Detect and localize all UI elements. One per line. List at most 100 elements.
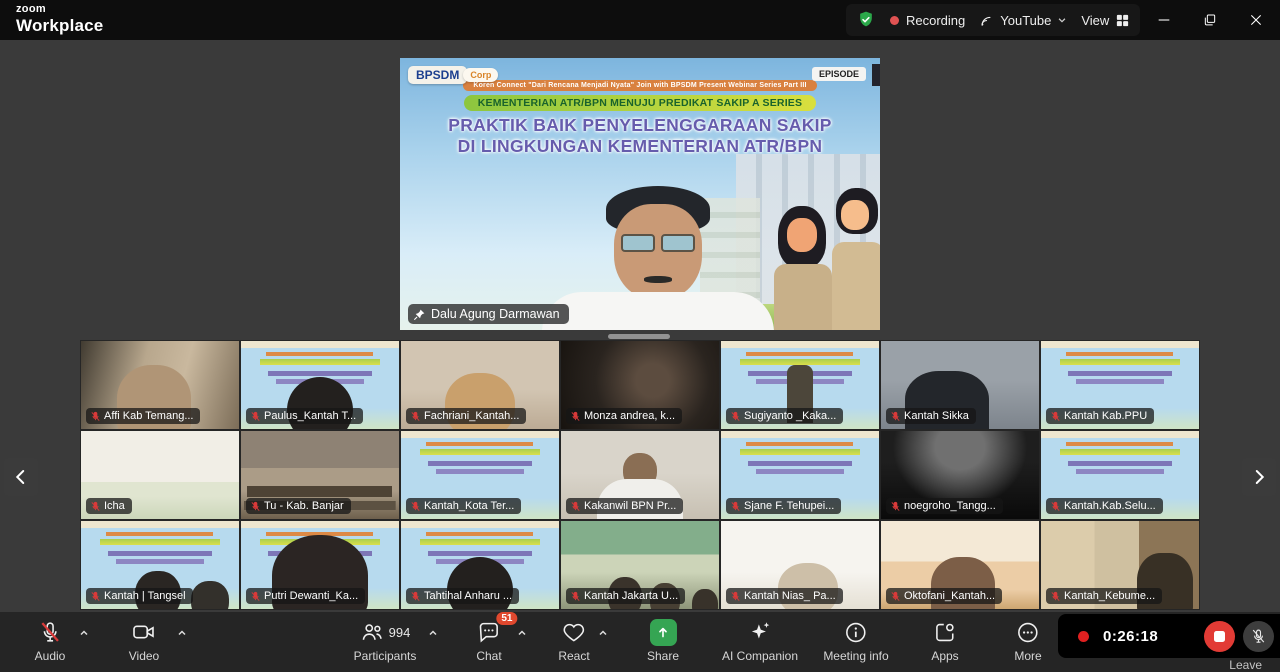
participant-name-tag: Kantah_Kota Ter... bbox=[406, 498, 521, 514]
participant-name: Affi Kab Temang... bbox=[104, 410, 193, 422]
chat-label: Chat bbox=[476, 649, 501, 663]
corp-logo: Corp bbox=[463, 68, 498, 82]
mic-muted-icon bbox=[250, 591, 261, 602]
ai-sparkle-icon bbox=[747, 619, 773, 645]
participant-tile[interactable]: Oktofani_Kantah... bbox=[880, 520, 1040, 610]
participant-name: Fachriani_Kantah... bbox=[424, 410, 519, 422]
participant-tile[interactable]: Fachriani_Kantah... bbox=[400, 340, 560, 430]
audio-options-chevron[interactable] bbox=[78, 626, 90, 644]
participant-name: Sugiyanto _Kaka... bbox=[744, 410, 836, 422]
gallery-prev-page-button[interactable] bbox=[4, 458, 38, 496]
episode-badge-edge bbox=[872, 64, 880, 86]
participant-name: Tahtihal Anharu ... bbox=[424, 590, 512, 602]
apps-label: Apps bbox=[931, 649, 958, 663]
participant-tile[interactable]: Kakanwil BPN Pr... bbox=[560, 430, 720, 520]
mic-muted-icon bbox=[1050, 591, 1061, 602]
participant-tile[interactable]: Paulus_Kantah T... bbox=[240, 340, 400, 430]
participant-name: Putri Dewanti_Ka... bbox=[264, 590, 358, 602]
participant-tile[interactable]: Sjane F. Tehupei... bbox=[720, 430, 880, 520]
mic-muted-icon bbox=[890, 591, 901, 602]
mic-muted-icon bbox=[890, 411, 901, 422]
restore-button[interactable] bbox=[1198, 8, 1222, 32]
participant-name: noegroho_Tangg... bbox=[904, 500, 996, 512]
participant-name-tag: Fachriani_Kantah... bbox=[406, 408, 526, 424]
participant-name: Icha bbox=[104, 500, 125, 512]
ai-companion-button[interactable]: AI Companion bbox=[722, 618, 798, 663]
slide-logos: BPSDM Corp bbox=[408, 66, 498, 84]
share-screen-icon bbox=[650, 619, 677, 646]
chat-button[interactable]: 51 Chat bbox=[476, 618, 501, 663]
participant-name: Oktofani_Kantah... bbox=[904, 590, 995, 602]
participant-name-tag: Sugiyanto _Kaka... bbox=[726, 408, 843, 424]
participant-tile[interactable]: Kantah_Kota Ter... bbox=[400, 430, 560, 520]
mic-muted-icon bbox=[90, 411, 101, 422]
participant-name-tag: Putri Dewanti_Ka... bbox=[246, 588, 365, 604]
gallery-scrollbar[interactable] bbox=[608, 334, 670, 339]
participant-tile[interactable]: Kantah Kab.PPU bbox=[1040, 340, 1200, 430]
participants-options-chevron[interactable] bbox=[427, 626, 439, 644]
window-titlebar: zoom Workplace Recording YouTube View bbox=[0, 0, 1280, 40]
participant-name: Monza andrea, k... bbox=[584, 410, 675, 422]
view-button[interactable]: View bbox=[1081, 13, 1130, 28]
meeting-info-button[interactable]: Meeting info bbox=[823, 618, 888, 663]
leave-label[interactable]: Leave bbox=[1229, 658, 1262, 672]
stop-recording-button[interactable] bbox=[1204, 621, 1235, 652]
logo-zoom-text: zoom bbox=[16, 4, 103, 15]
mic-muted-icon bbox=[570, 411, 581, 422]
mic-muted-icon bbox=[730, 501, 741, 512]
participant-tile[interactable]: Kantah | Tangsel bbox=[80, 520, 240, 610]
participants-button[interactable]: 994 Participants bbox=[354, 618, 417, 663]
participants-label: Participants bbox=[354, 649, 417, 663]
participant-tile[interactable]: Kantah Sikka bbox=[880, 340, 1040, 430]
cartoon-character-male bbox=[832, 188, 880, 330]
livestream-youtube-control[interactable]: YouTube bbox=[979, 13, 1067, 28]
audio-button[interactable]: Audio bbox=[35, 618, 66, 663]
share-button[interactable]: Share bbox=[647, 618, 679, 663]
mic-muted-icon bbox=[730, 591, 741, 602]
video-button[interactable]: Video bbox=[129, 618, 159, 663]
participant-name-tag: Kantah | Tangsel bbox=[86, 588, 193, 604]
mic-muted-icon bbox=[730, 411, 741, 422]
more-button[interactable]: More bbox=[1014, 618, 1041, 663]
heart-icon bbox=[561, 620, 586, 645]
view-label: View bbox=[1081, 13, 1109, 28]
chevron-down-icon bbox=[1057, 15, 1067, 25]
mic-muted-icon bbox=[1050, 501, 1061, 512]
participant-tile[interactable]: Putri Dewanti_Ka... bbox=[240, 520, 400, 610]
participant-name: Kantah_Kebume... bbox=[1064, 590, 1155, 602]
gallery-next-page-button[interactable] bbox=[1242, 458, 1276, 496]
mic-muted-icon bbox=[570, 591, 581, 602]
main-speaker-video[interactable]: Koren Connect "Dari Rencana Menjadi Nyat… bbox=[400, 58, 880, 330]
participant-tile[interactable]: Tu - Kab. Banjar bbox=[240, 430, 400, 520]
react-options-chevron[interactable] bbox=[597, 626, 609, 644]
slide-title-line2: DI LINGKUNGAN KEMENTERIAN ATR/BPN bbox=[458, 136, 823, 156]
participant-name-tag: Affi Kab Temang... bbox=[86, 408, 200, 424]
video-options-chevron[interactable] bbox=[176, 626, 188, 644]
mic-muted-icon bbox=[1250, 628, 1267, 645]
security-shield-icon[interactable] bbox=[856, 10, 876, 30]
participant-name: Kantah Sikka bbox=[904, 410, 969, 422]
participant-tile[interactable]: Kantah.Kab.Selu... bbox=[1040, 430, 1200, 520]
participant-tile[interactable]: Kantah Nias_ Pa... bbox=[720, 520, 880, 610]
participant-name-tag: Kakanwil BPN Pr... bbox=[566, 498, 683, 514]
close-button[interactable] bbox=[1244, 8, 1268, 32]
participant-tile[interactable]: Kantah_Kebume... bbox=[1040, 520, 1200, 610]
participant-tile[interactable]: Affi Kab Temang... bbox=[80, 340, 240, 430]
minimize-button[interactable] bbox=[1152, 8, 1176, 32]
participant-tile[interactable]: Sugiyanto _Kaka... bbox=[720, 340, 880, 430]
participant-tile[interactable]: Icha bbox=[80, 430, 240, 520]
participant-tile[interactable]: Tahtihal Anharu ... bbox=[400, 520, 560, 610]
participant-name: Tu - Kab. Banjar bbox=[264, 500, 344, 512]
participant-tile[interactable]: Kantah Jakarta U... bbox=[560, 520, 720, 610]
participant-tile[interactable]: Monza andrea, k... bbox=[560, 340, 720, 430]
participant-tile[interactable]: noegroho_Tangg... bbox=[880, 430, 1040, 520]
slide-series-banner: KEMENTERIAN ATR/BPN MENUJU PREDIKAT SAKI… bbox=[464, 95, 816, 111]
react-button[interactable]: React bbox=[558, 618, 589, 663]
chat-options-chevron[interactable] bbox=[516, 626, 528, 644]
mic-muted-icon bbox=[410, 411, 421, 422]
mic-muted-icon bbox=[90, 501, 101, 512]
stop-icon bbox=[1214, 631, 1225, 642]
recording-indicator[interactable]: Recording bbox=[890, 13, 965, 28]
mute-toggle-button[interactable] bbox=[1243, 621, 1274, 652]
apps-button[interactable]: Apps bbox=[931, 618, 958, 663]
